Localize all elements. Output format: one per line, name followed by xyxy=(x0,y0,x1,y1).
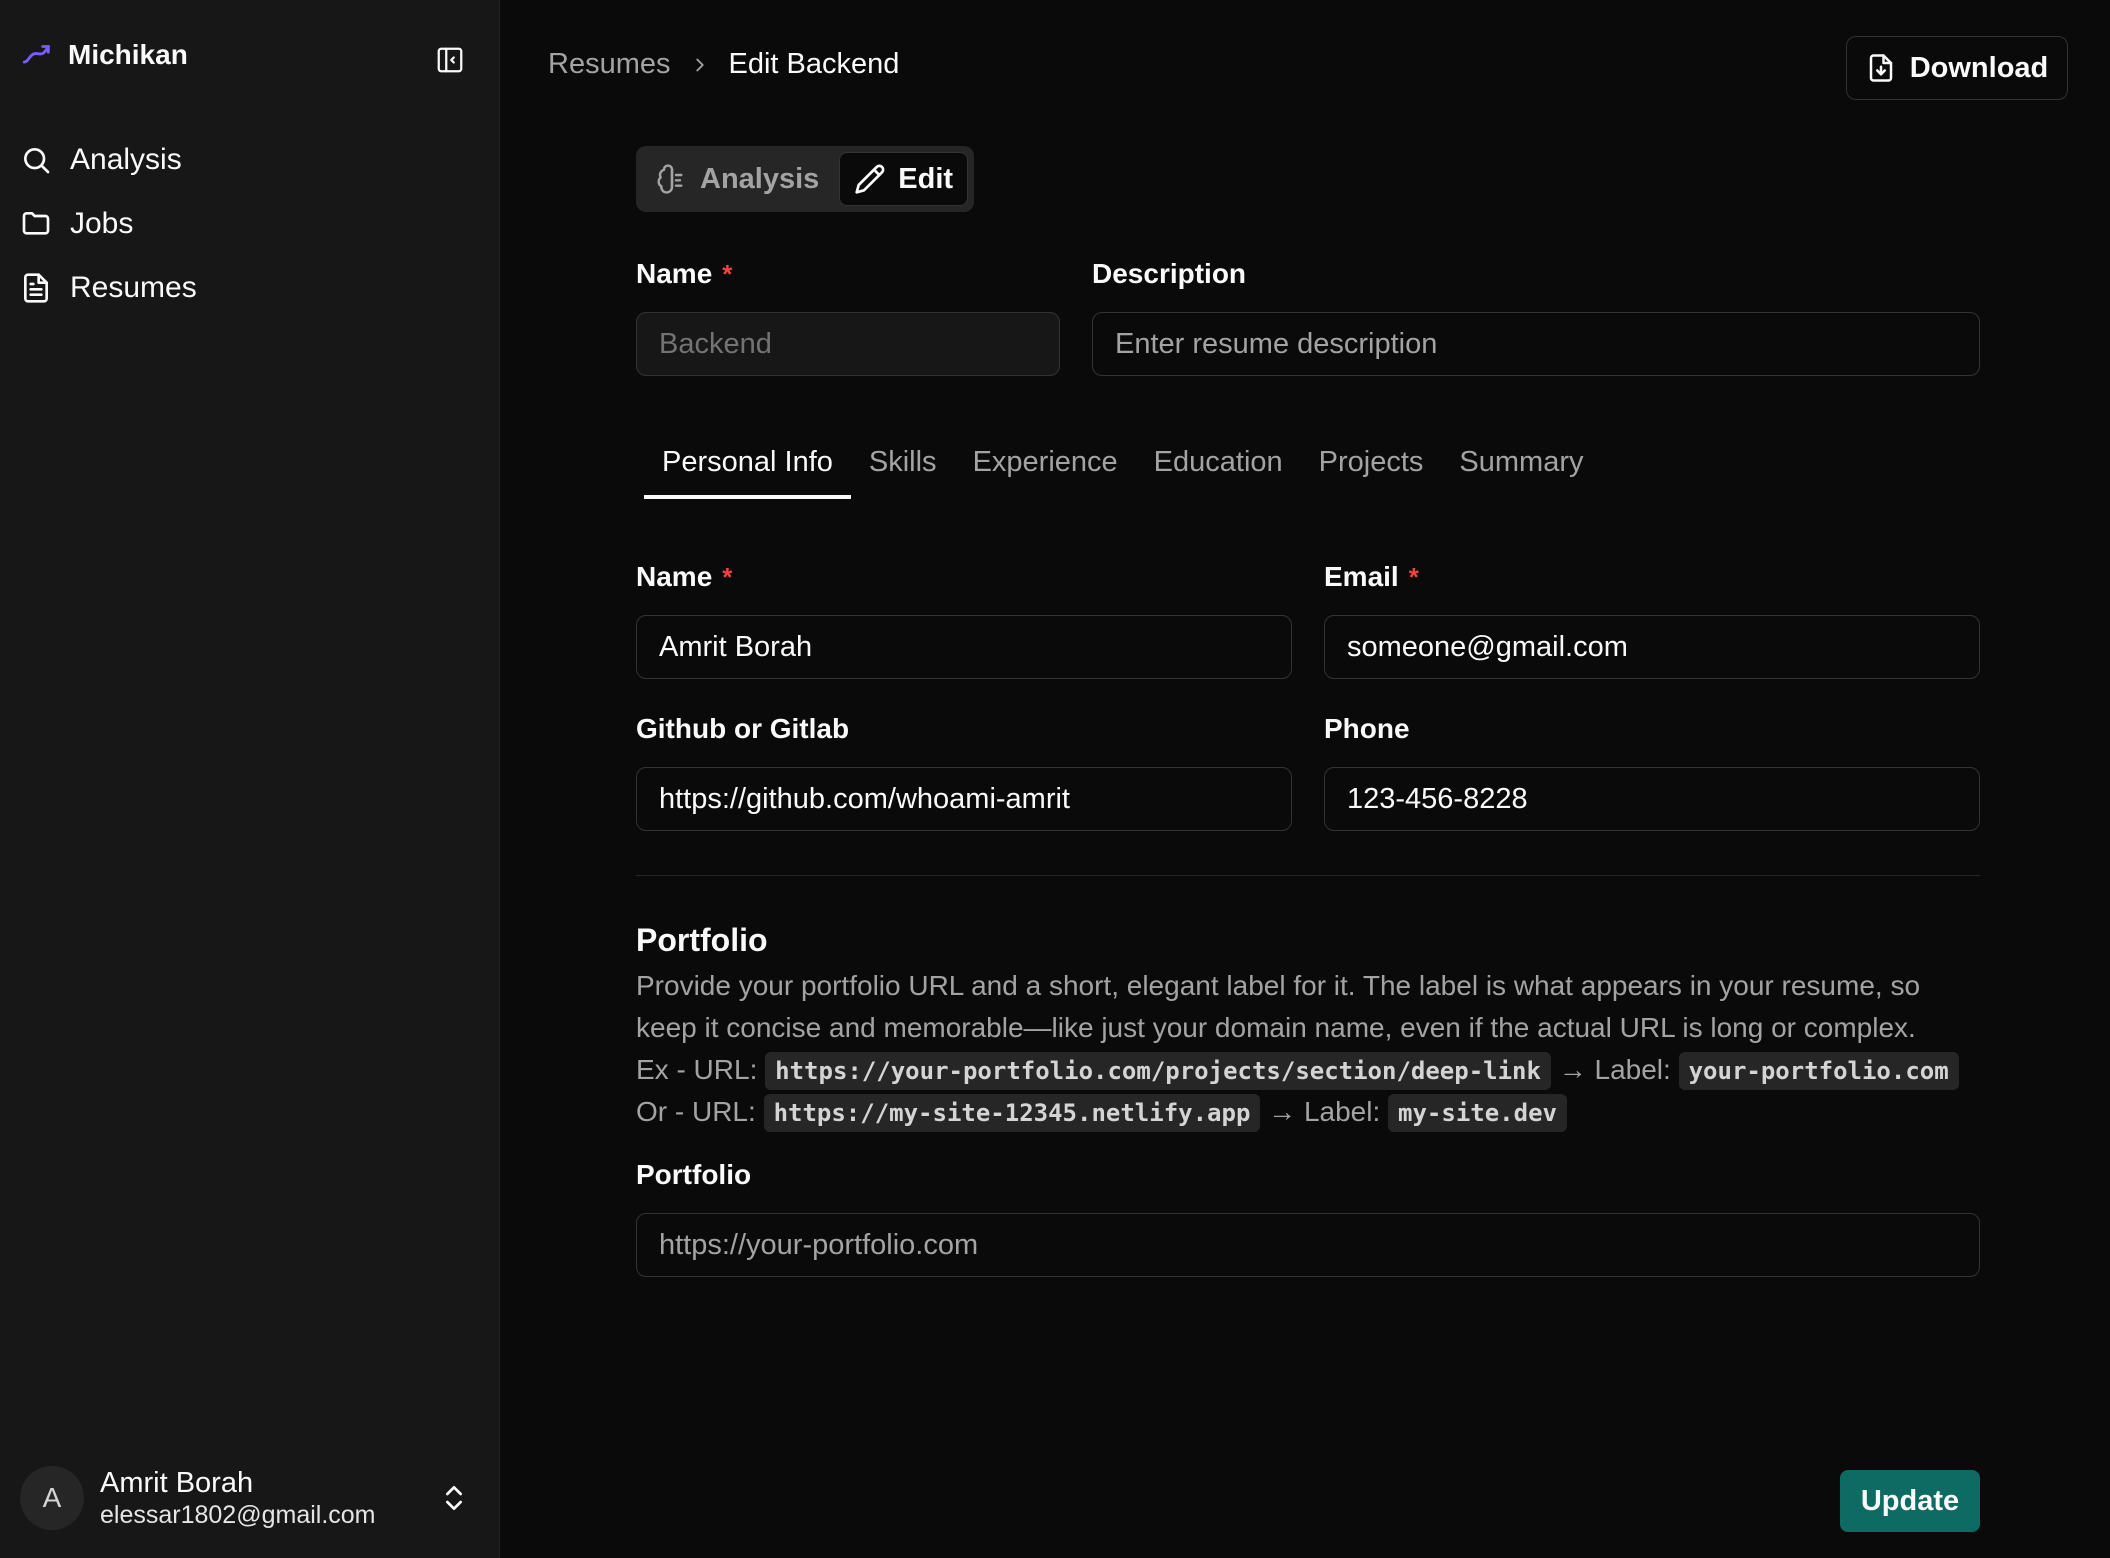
resume-editor: Analysis Edit Name * Backend Description… xyxy=(636,146,1980,1277)
sidebar: Michikan Analysis Jobs Resumes A Amrit B… xyxy=(0,0,500,1558)
person-name-label: Name * xyxy=(636,561,1292,593)
github-input[interactable]: https://github.com/whoami-amrit xyxy=(636,767,1292,831)
file-text-icon xyxy=(24,273,48,303)
section-tabs: Personal Info Skills Experience Educatio… xyxy=(636,432,1980,499)
user-menu[interactable]: A Amrit Borah elessar1802@gmail.com xyxy=(20,1466,480,1530)
person-name-label-text: Name xyxy=(636,561,713,592)
tab-projects[interactable]: Projects xyxy=(1301,432,1442,499)
github-group: Github or Gitlab https://github.com/whoa… xyxy=(636,713,1292,831)
tab-skills[interactable]: Skills xyxy=(851,432,955,499)
panel-left-icon xyxy=(437,47,463,73)
pencil-icon xyxy=(855,164,885,194)
required-marker: * xyxy=(722,561,733,592)
example-label-code: your-portfolio.com xyxy=(1678,1052,1959,1090)
portfolio-field-label: Portfolio xyxy=(636,1159,752,1190)
resume-name-input[interactable]: Backend xyxy=(636,312,1060,376)
email-label: Email * xyxy=(1324,561,1980,593)
resume-name-label-text: Name xyxy=(636,258,713,289)
resume-description-group: Description Enter resume description xyxy=(1092,258,1980,376)
app-name: Michikan xyxy=(68,39,188,70)
alt-example-label-code: my-site.dev xyxy=(1388,1094,1567,1132)
breadcrumb-resumes-link[interactable]: Resumes xyxy=(548,48,671,81)
resume-name-label: Name * xyxy=(636,258,1060,290)
sidebar-item-label: Resumes xyxy=(70,271,197,304)
portfolio-input[interactable]: https://your-portfolio.com xyxy=(636,1213,1980,1277)
email-label-text: Email xyxy=(1324,561,1399,592)
tab-experience[interactable]: Experience xyxy=(955,432,1136,499)
user-email: elessar1802@gmail.com xyxy=(100,1501,376,1529)
portfolio-heading: Portfolio xyxy=(636,922,768,958)
example-prefix: Ex - URL: xyxy=(636,1054,758,1085)
update-button[interactable]: Update xyxy=(1840,1470,1980,1532)
analysis-mode-button[interactable]: Analysis xyxy=(642,152,833,206)
alt-example-arrow-label: → Label: xyxy=(1268,1096,1381,1127)
email-group: Email * someone@gmail.com xyxy=(1324,561,1980,679)
resume-description-input[interactable]: Enter resume description xyxy=(1092,312,1980,376)
phone-input[interactable]: 123-456-8228 xyxy=(1324,767,1980,831)
alt-example-prefix: Or - URL: xyxy=(636,1096,756,1127)
sidebar-toggle-button[interactable] xyxy=(434,44,466,76)
portfolio-alt-example-line: Or - URL: https://my-site-12345.netlify.… xyxy=(636,1091,1980,1133)
sidebar-item-jobs[interactable]: Jobs xyxy=(20,192,197,256)
edit-mode-label: Edit xyxy=(898,162,954,195)
tab-summary[interactable]: Summary xyxy=(1441,432,1601,499)
portfolio-description: Provide your portfolio URL and a short, … xyxy=(636,965,1980,1133)
person-name-group: Name * Amrit Borah xyxy=(636,561,1292,679)
brand[interactable]: Michikan xyxy=(20,38,188,72)
user-name: Amrit Borah xyxy=(100,1467,254,1499)
alt-example-url-code: https://my-site-12345.netlify.app xyxy=(763,1094,1261,1132)
avatar: A xyxy=(20,1466,84,1530)
required-marker: * xyxy=(1408,561,1419,592)
github-label: Github or Gitlab xyxy=(636,713,850,744)
resume-meta-row: Name * Backend Description Enter resume … xyxy=(636,258,1980,376)
personal-info-row-2: Github or Gitlab https://github.com/whoa… xyxy=(636,713,1980,831)
mode-toggle: Analysis Edit xyxy=(636,146,975,212)
sidebar-item-label: Analysis xyxy=(70,143,182,176)
resume-description-label-text: Description xyxy=(1092,258,1247,289)
breadcrumb: Resumes Edit Backend xyxy=(548,48,899,81)
user-info: Amrit Borah elessar1802@gmail.com xyxy=(100,1466,376,1530)
required-marker: * xyxy=(722,258,733,289)
phone-label: Phone xyxy=(1324,713,1410,744)
brand-logo-icon xyxy=(22,45,50,64)
file-download-icon xyxy=(1869,54,1892,82)
chevron-right-icon xyxy=(695,58,704,71)
personal-info-row-1: Name * Amrit Borah Email * someone@gmail… xyxy=(636,561,1980,679)
resume-name-group: Name * Backend xyxy=(636,258,1060,376)
sidebar-item-analysis[interactable]: Analysis xyxy=(20,128,197,192)
resume-description-label: Description xyxy=(1092,258,1980,290)
portfolio-help-text: Provide your portfolio URL and a short, … xyxy=(636,970,1921,1043)
email-field[interactable]: someone@gmail.com xyxy=(1324,615,1980,679)
chevrons-up-down-icon xyxy=(446,1486,462,1510)
main-content: Resumes Edit Backend Download Analysis E… xyxy=(500,0,2110,1558)
search-icon xyxy=(24,148,50,174)
breadcrumb-current: Edit Backend xyxy=(728,48,900,80)
brain-icon xyxy=(657,164,683,194)
divider xyxy=(636,875,1980,876)
edit-mode-button[interactable]: Edit xyxy=(839,152,969,206)
example-url-code: https://your-portfolio.com/projects/sect… xyxy=(765,1052,1551,1090)
person-name-input[interactable]: Amrit Borah xyxy=(636,615,1292,679)
tab-education[interactable]: Education xyxy=(1136,432,1301,499)
sidebar-item-resumes[interactable]: Resumes xyxy=(20,256,197,320)
download-button[interactable]: Download xyxy=(1846,36,2068,100)
download-button-label: Download xyxy=(1909,51,2049,84)
example-arrow-label: → Label: xyxy=(1558,1054,1671,1085)
sidebar-nav: Analysis Jobs Resumes xyxy=(20,128,197,320)
phone-group: Phone 123-456-8228 xyxy=(1324,713,1980,831)
sidebar-item-label: Jobs xyxy=(70,207,134,240)
app-root: Michikan Analysis Jobs Resumes A Amrit B… xyxy=(0,0,2110,1558)
analysis-mode-label: Analysis xyxy=(700,162,820,195)
folder-icon xyxy=(22,212,50,235)
tab-personal-info[interactable]: Personal Info xyxy=(644,432,851,499)
portfolio-example-line: Ex - URL: https://your-portfolio.com/pro… xyxy=(636,1049,1980,1091)
